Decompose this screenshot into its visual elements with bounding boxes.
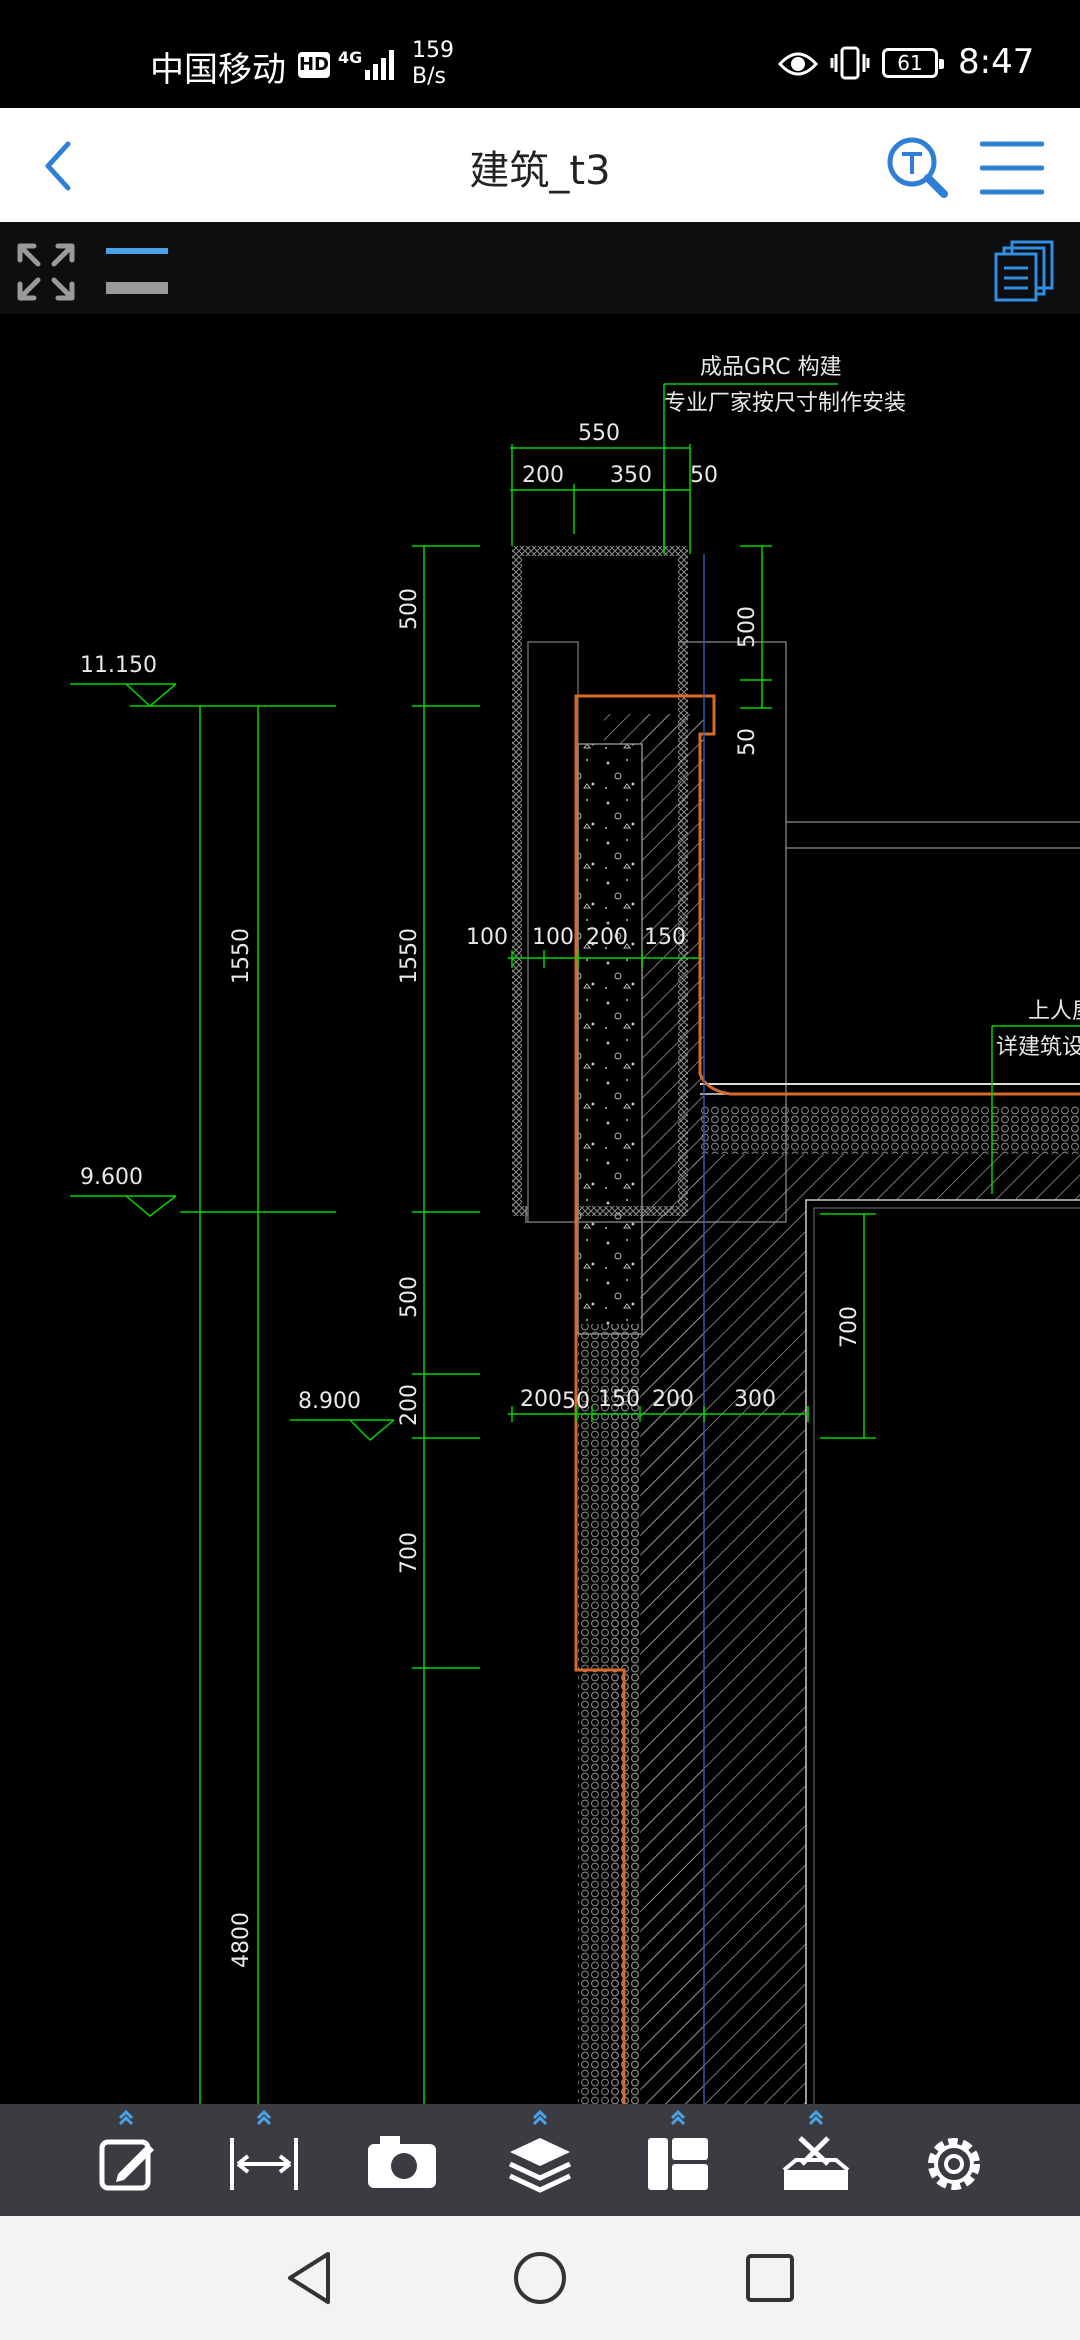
expand-arrows-icon[interactable] [16,242,76,302]
tools-box-icon [782,2109,850,2190]
text-search-icon[interactable] [884,134,950,200]
settings-gear-icon [928,2138,980,2190]
dim-350: 350 [610,463,652,488]
vdim-500-mid: 500 [397,1276,422,1318]
speed-value: 159 [412,38,454,63]
row2-dim: 200 [520,1387,562,1412]
nav-home-circle-icon[interactable] [510,2248,570,2308]
layout-panels-icon [648,2109,708,2190]
cad-drawing-canvas[interactable]: 成品GRC 构建 专业厂家按尺寸制作安装 550 200 350 50 11.1… [0,314,1080,2104]
nav-back-triangle-icon[interactable] [280,2248,340,2308]
elev-8900: 8.900 [298,1389,361,1414]
cad-drawing[interactable]: 成品GRC 构建 专业厂家按尺寸制作安装 550 200 350 50 11.1… [0,314,1080,2104]
row1-dim: 100 [532,925,574,950]
edit-note-button[interactable] [78,2104,174,2216]
elev-9600: 9.600 [80,1165,143,1190]
roof-label-1: 上人屋 [1028,999,1080,1024]
vdim-1550-b: 1550 [397,928,422,984]
measure-button[interactable] [216,2104,312,2216]
vdim-200: 200 [397,1384,422,1426]
status-bar: 中国移动 HD 4G 159 B/s 61 8:47 [0,0,1080,108]
vdim-500-right: 500 [735,606,760,648]
layers-button[interactable] [492,2104,588,2216]
vibrate-icon [830,46,870,80]
annotation-title: 成品GRC 构建 [700,355,842,380]
row2-dim: 150 [598,1387,640,1412]
tools-button[interactable] [768,2104,864,2216]
row1-dim: 200 [586,925,628,950]
row2-dim: 50 [562,1389,590,1414]
hamburger-menu-icon[interactable] [980,140,1044,196]
camera-button[interactable] [354,2104,450,2216]
row2-dim: 300 [734,1387,776,1412]
camera-icon [368,2136,436,2188]
row1-dim: 100 [466,925,508,950]
bottom-toolbar [0,2104,1080,2216]
clock: 8:47 [958,42,1035,82]
dim-550: 550 [578,421,620,446]
elev-11150: 11.150 [80,653,157,678]
vdim-50-right: 50 [735,728,760,756]
pages-stack-icon[interactable] [994,240,1056,304]
view-toolbar [0,222,1080,314]
vdim-4800: 4800 [229,1912,254,1968]
settings-button[interactable] [906,2104,1002,2216]
vdim-1550: 1550 [229,928,254,984]
layout-button[interactable] [630,2104,726,2216]
nav-recents-square-icon[interactable] [740,2248,800,2308]
row1-dim: 150 [644,925,686,950]
speed-unit: B/s [412,64,446,89]
eye-comfort-icon [778,52,818,76]
vdim-700: 700 [397,1532,422,1574]
network-speed: 159 B/s [412,38,454,90]
line-weight-icon[interactable] [104,244,170,300]
carrier-label: 中国移动 [150,50,286,90]
layers-icon [508,2109,572,2193]
app-header: 建筑_t3 [0,108,1080,222]
edit-note-icon [99,2109,154,2191]
dim-200: 200 [522,463,564,488]
signal-bars-icon [365,50,394,80]
row2-dim: 200 [652,1387,694,1412]
roof-label-2: 详建筑设计 [996,1035,1080,1060]
vdim-700-right: 700 [837,1306,862,1348]
annotation-sub: 专业厂家按尺寸制作安装 [664,391,906,416]
system-nav-bar [0,2216,1080,2340]
hd-badge: HD [298,52,330,78]
network-type: 4G [338,48,363,67]
vdim-500-top: 500 [397,588,422,630]
measure-distance-icon [230,2109,298,2190]
battery-indicator: 61 [882,48,944,78]
dim-50: 50 [690,463,718,488]
